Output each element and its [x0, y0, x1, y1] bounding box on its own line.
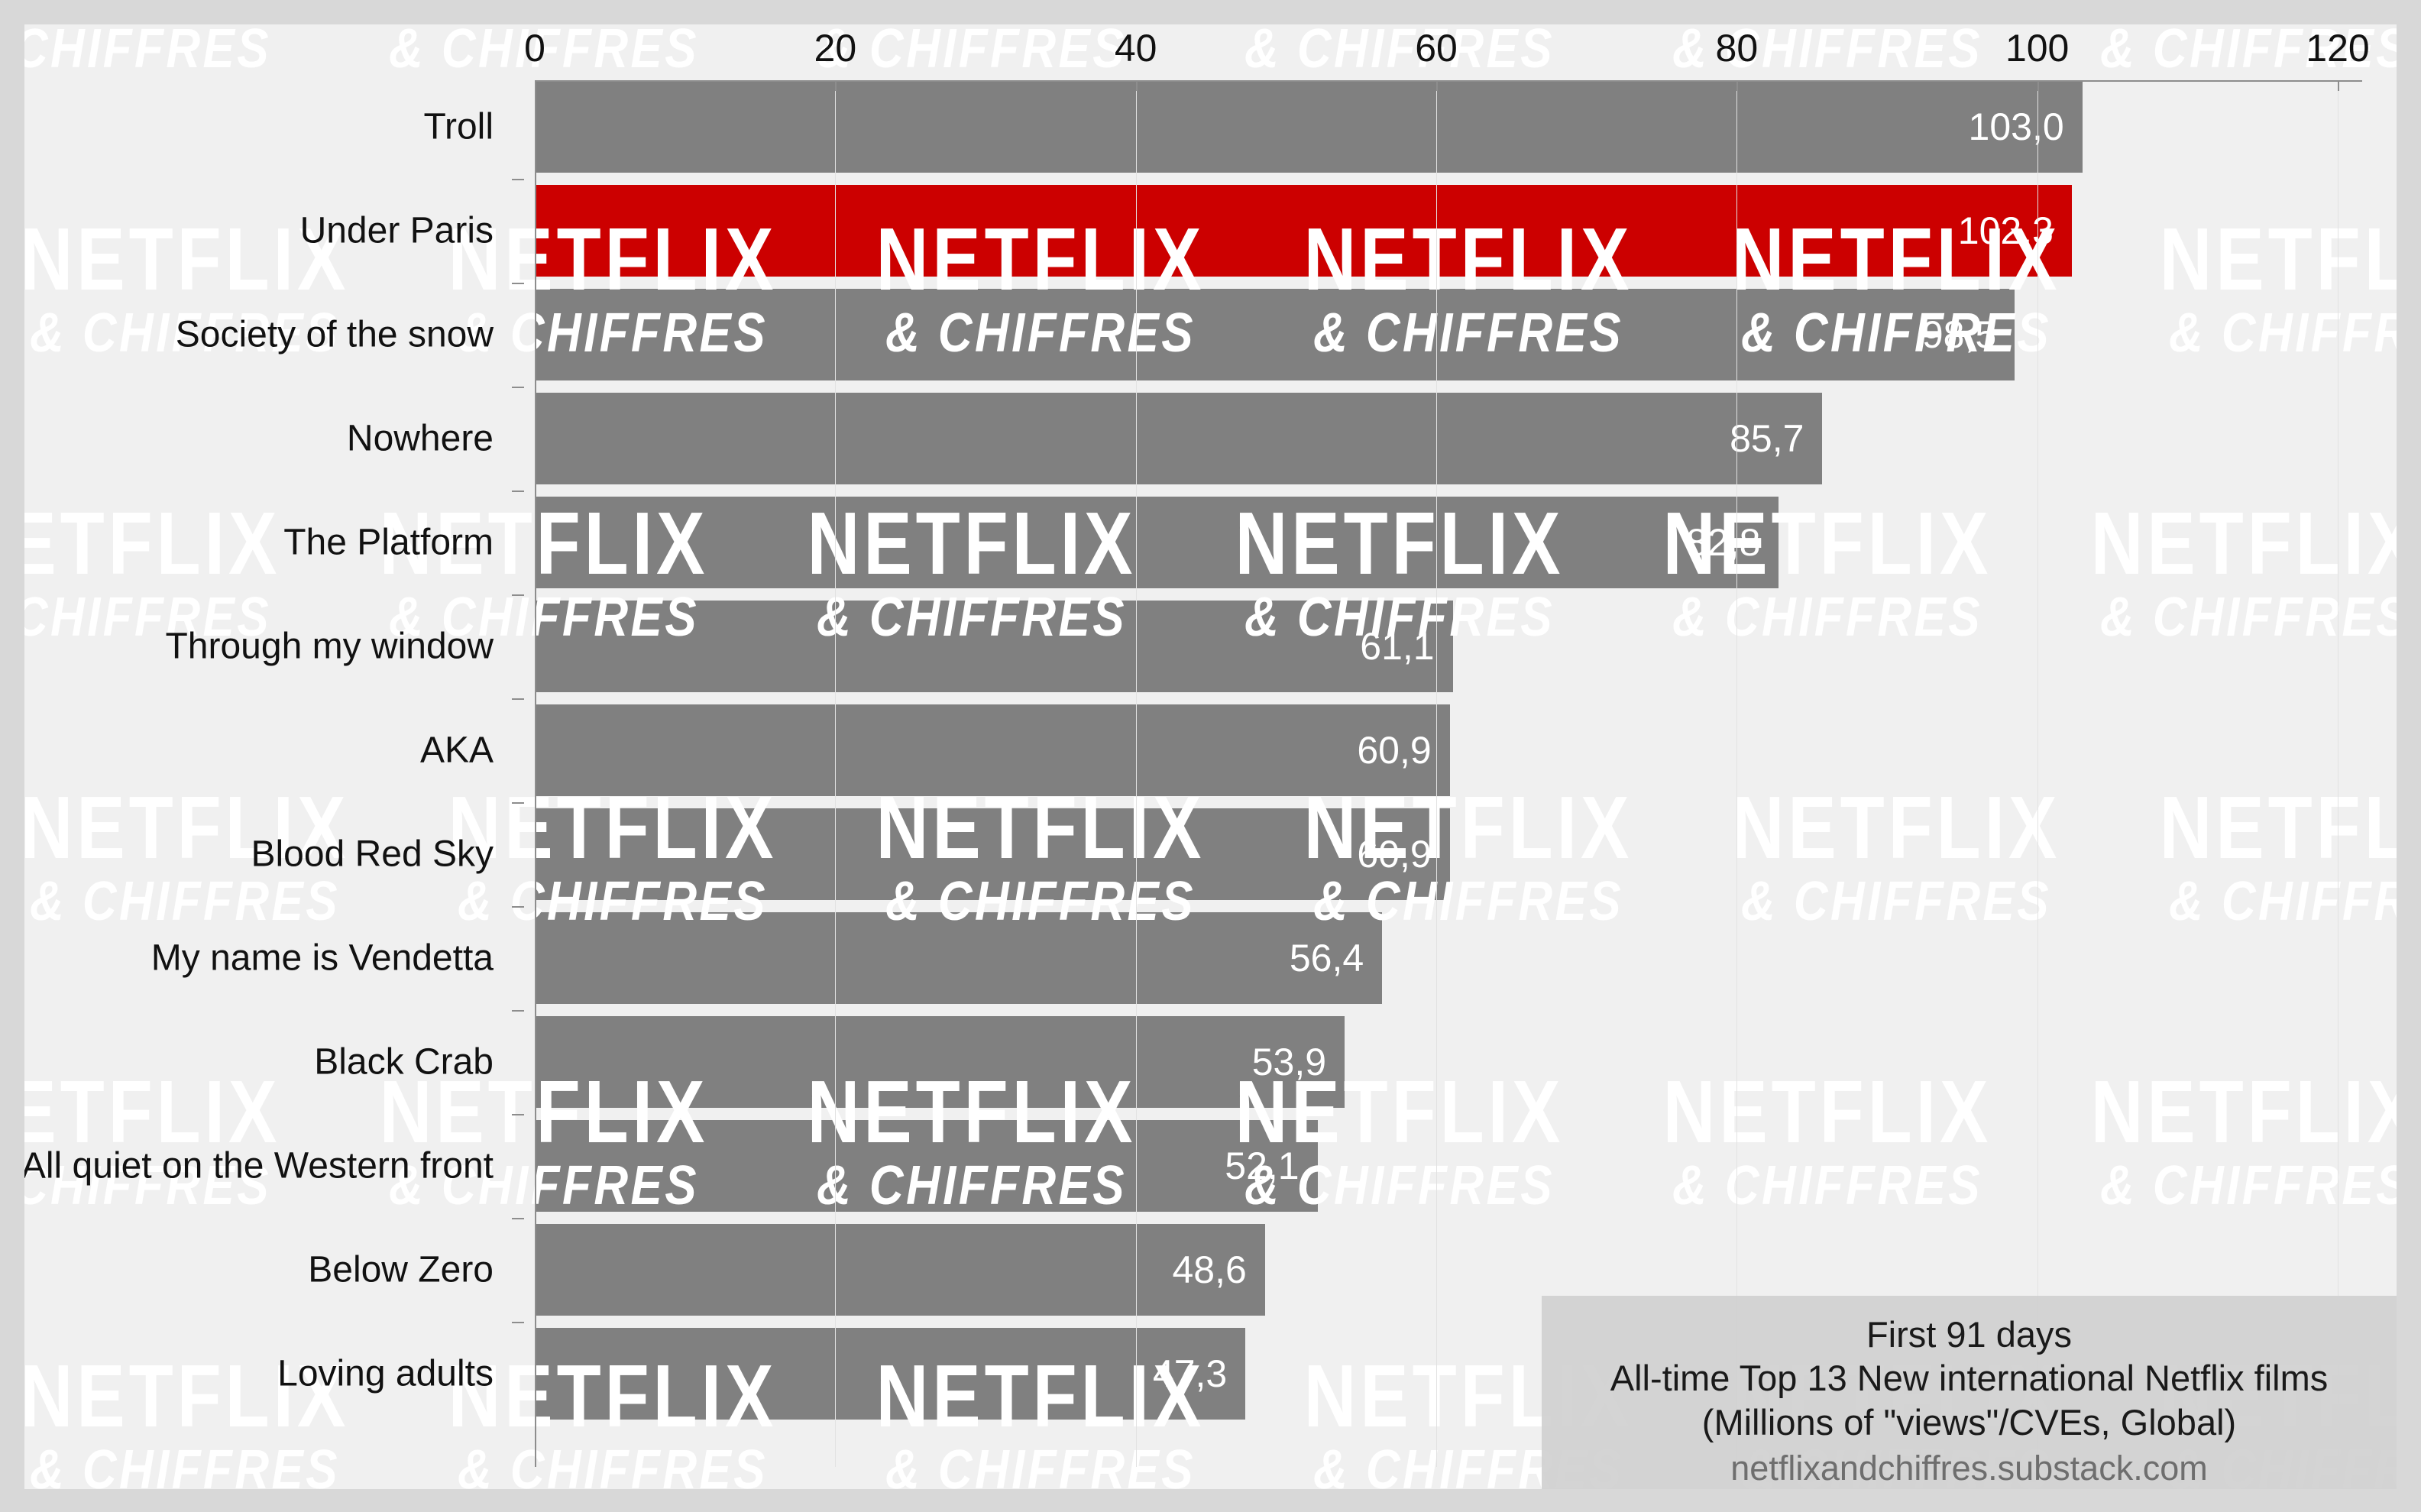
x-axis-line: [535, 80, 2362, 82]
y-axis-category-label: Blood Red Sky: [251, 834, 494, 875]
x-axis-tick-label: 0: [524, 27, 545, 70]
y-axis-category-label: All quiet on the Western front: [24, 1145, 494, 1187]
y-axis-tick-mark: [512, 906, 524, 908]
y-axis-category-labels: Troll Under Paris Society of the snow Nowhe…: [24, 81, 524, 1467]
plot-area: [535, 81, 2338, 1467]
caption-line-2: All-time Top 13 New international Netfli…: [1610, 1358, 2329, 1399]
x-axis-tick-label: 40: [1114, 27, 1157, 70]
x-axis-tick-mark: [1736, 80, 1739, 91]
y-axis-tick-mark: [512, 802, 524, 804]
source-url: netflixandchiffres.substack.com: [1730, 1448, 2208, 1488]
y-axis-line: [535, 80, 536, 1467]
y-axis-tick-mark: [512, 1010, 524, 1012]
x-axis-tick-mark: [535, 80, 536, 91]
chart-figure: NETFLIX& CHIFFRESNETFLIX& CHIFFRESNETFLI…: [0, 0, 2421, 1512]
y-axis-category-label: Troll: [423, 106, 494, 147]
y-axis-tick-mark: [512, 1322, 524, 1323]
y-axis-tick-mark: [512, 1114, 524, 1115]
y-axis-tick-mark: [512, 491, 524, 492]
x-axis-tick-label: 60: [1415, 27, 1458, 70]
x-axis-tick-label: 120: [2306, 27, 2370, 70]
y-axis-category-label: My name is Vendetta: [151, 937, 494, 979]
y-axis-category-label: Loving adults: [277, 1353, 494, 1394]
caption-line-1: First 91 days: [1866, 1314, 2073, 1355]
x-axis-tick-labels: 0 20 40 60 80 100 120: [24, 24, 2397, 91]
y-axis-category-label: AKA: [419, 730, 494, 771]
gridline: [1135, 81, 1137, 1467]
x-axis-tick-label: 20: [814, 27, 857, 70]
y-axis-tick-mark: [512, 594, 524, 596]
x-axis-tick-mark: [835, 80, 837, 91]
x-axis-tick-label: 100: [2005, 27, 2070, 70]
y-axis-tick-mark: [512, 179, 524, 180]
gridline: [1736, 81, 1738, 1467]
y-axis-category-label: Black Crab: [314, 1041, 494, 1083]
x-axis-tick-mark: [2037, 80, 2039, 91]
y-axis-category-label: Nowhere: [346, 418, 494, 459]
y-axis-tick-mark: [512, 387, 524, 388]
y-axis-category-label: Society of the snow: [175, 314, 494, 355]
gridline: [2037, 81, 2038, 1467]
caption-box: First 91 days All-time Top 13 New intern…: [1542, 1296, 2397, 1489]
y-axis-tick-mark: [512, 1218, 524, 1219]
x-axis-tick-label: 80: [1715, 27, 1759, 70]
y-axis-category-label: Under Paris: [299, 210, 494, 251]
x-axis-tick-mark: [2338, 80, 2339, 91]
y-axis-category-label: Below Zero: [308, 1249, 494, 1290]
y-axis-tick-mark: [512, 698, 524, 700]
caption-line-3: (Millions of "views"/CVEs, Global): [1701, 1401, 2237, 1442]
y-axis-category-label: Through my window: [165, 626, 494, 667]
y-axis-category-label: The Platform: [283, 522, 494, 563]
gridline: [835, 81, 837, 1467]
gridline: [1436, 81, 1437, 1467]
x-axis-tick-mark: [1436, 80, 1438, 91]
y-axis-tick-mark: [512, 283, 524, 284]
chart-panel: NETFLIX& CHIFFRESNETFLIX& CHIFFRESNETFLI…: [24, 24, 2397, 1489]
x-axis-tick-mark: [1135, 80, 1138, 91]
